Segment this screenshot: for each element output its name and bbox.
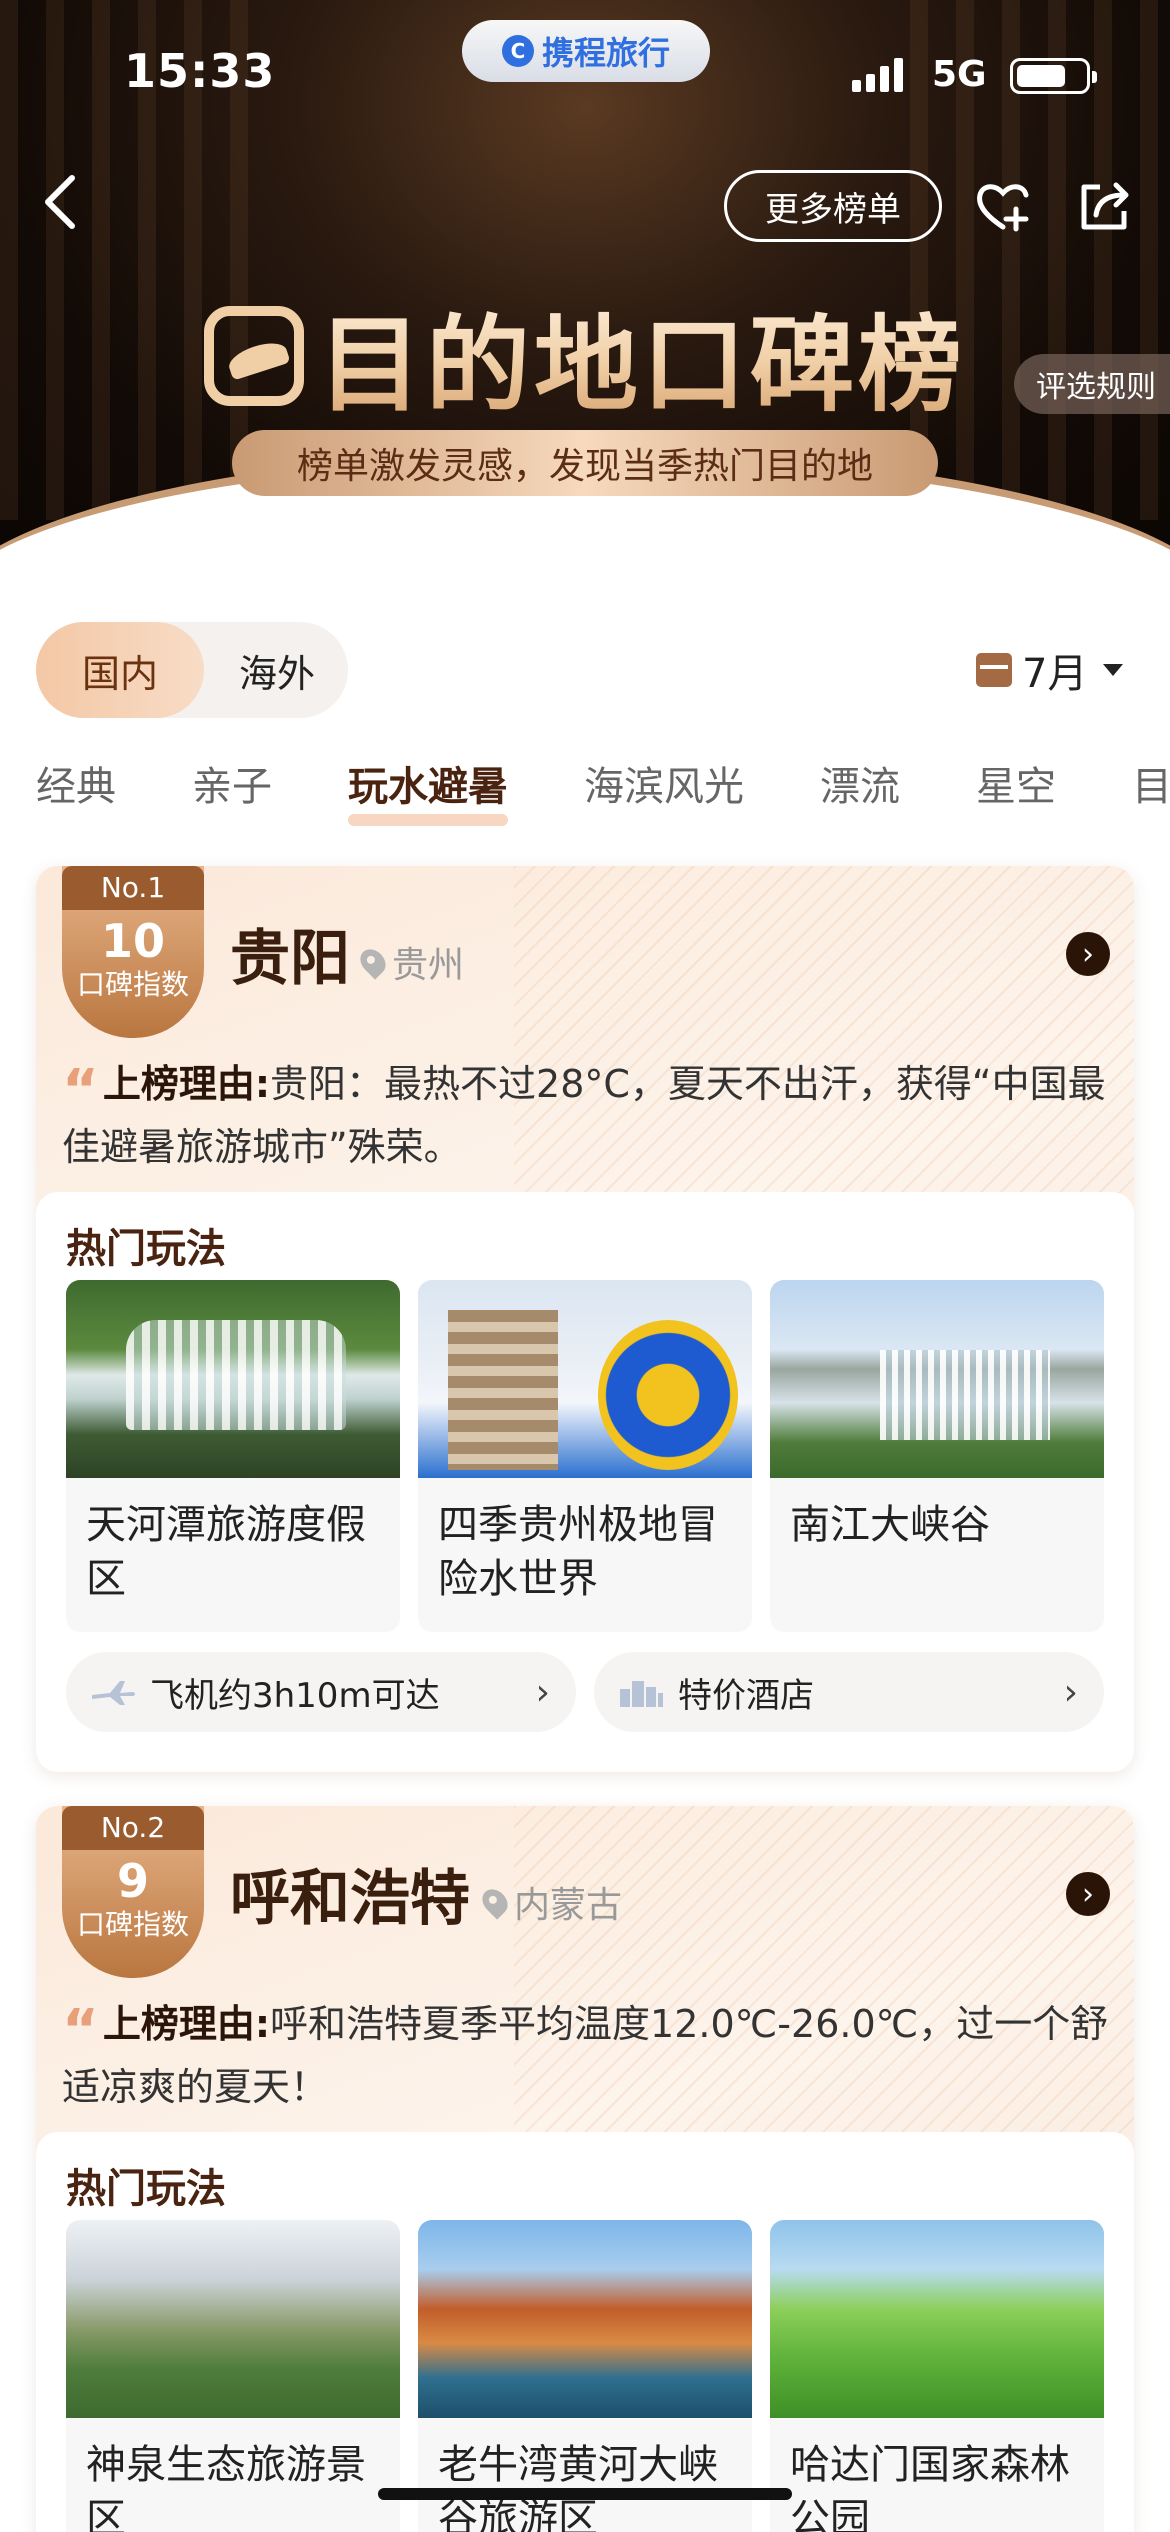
spot-name: 天河潭旅游度假区 — [86, 1502, 366, 1602]
rating-score: 10 — [100, 914, 165, 968]
rank-badge: No.1 10 口碑指数 — [62, 866, 204, 1038]
location-pin-icon — [355, 944, 391, 980]
more-lists-button[interactable]: 更多榜单 — [724, 170, 942, 242]
ctrip-logo-icon: C — [501, 35, 534, 67]
chevron-right-icon: › — [1063, 1672, 1078, 1713]
status-bar: 15:33 C 携程旅行 5G — [0, 0, 1170, 150]
chevron-right-icon[interactable]: › — [1066, 932, 1110, 976]
spot-card[interactable]: 四季贵州极地冒险水世界 — [418, 1280, 752, 1632]
flight-link[interactable]: 飞机约3h10m可达 › — [66, 1652, 576, 1732]
spot-image-waterfall — [66, 1280, 400, 1478]
spot-card[interactable]: 哈达门国家森林公园 — [770, 2220, 1104, 2532]
reason-key: 上榜理由: — [102, 2002, 271, 2046]
airplane-icon — [92, 1681, 135, 1705]
chevron-down-icon — [1103, 664, 1124, 676]
calendar-icon — [976, 653, 1012, 687]
page-subtitle: 榜单激发灵感，发现当季热门目的地 — [232, 430, 938, 496]
spot-image-waterpark — [418, 1280, 752, 1478]
spot-image-canyon — [418, 2220, 752, 2418]
chevron-right-icon: › — [535, 1672, 550, 1713]
spot-card[interactable]: 天河潭旅游度假区 — [66, 1280, 400, 1632]
spot-list: 神泉生态旅游景区 老牛湾黄河大峡谷旅游区 哈达门国家森林公园 — [66, 2220, 1104, 2532]
page-title-text: 目的地口碑榜 — [317, 304, 966, 426]
network-type: 5G — [932, 54, 987, 95]
app-name: 携程旅行 — [541, 34, 670, 72]
chevron-right-icon[interactable]: › — [1066, 1872, 1110, 1916]
category-tabs: 经典 亲子 玩水避暑 海滨风光 漂流 星空 目 — [36, 754, 1170, 826]
spot-name: 四季贵州极地冒险水世界 — [438, 1502, 718, 1602]
rating-score: 9 — [116, 1854, 149, 1908]
rank-label: No.2 — [62, 1806, 204, 1850]
hot-activities-panel: 热门玩法 神泉生态旅游景区 老牛湾黄河大峡谷旅游区 哈达门国家森林公园 — [36, 2132, 1134, 2532]
share-icon[interactable] — [1074, 175, 1136, 237]
app-name-pill: C 携程旅行 — [462, 20, 710, 82]
tab-classic[interactable]: 经典 — [36, 754, 116, 824]
destination-card[interactable]: No.1 10 口碑指数 贵阳 贵州 › “上榜理由:贵阳：最热不过28°C，夏… — [36, 866, 1134, 1772]
hotel-label: 特价酒店 — [678, 1675, 814, 1716]
tab-more-partial[interactable]: 目 — [1132, 754, 1170, 824]
month-value: 7月 — [1022, 651, 1088, 697]
spot-card[interactable]: 神泉生态旅游景区 — [66, 2220, 400, 2532]
destination-province: 内蒙古 — [514, 1885, 623, 1926]
destination-name: 贵阳 — [230, 924, 350, 994]
spot-card[interactable]: 南江大峡谷 — [770, 1280, 1104, 1632]
status-time: 15:33 — [124, 44, 276, 98]
destination-card[interactable]: No.2 9 口碑指数 呼和浩特 内蒙古 › “上榜理由:呼和浩特夏季平均温度1… — [36, 1806, 1134, 2532]
back-icon[interactable] — [40, 172, 100, 242]
month-selector[interactable]: 7月 — [976, 640, 1124, 700]
region-overseas-tab[interactable]: 海外 — [222, 622, 332, 718]
tab-rafting[interactable]: 漂流 — [820, 754, 900, 824]
rules-button[interactable]: 评选规则 — [1014, 354, 1170, 414]
spot-name: 神泉生态旅游景区 — [86, 2442, 366, 2532]
spot-image-grassland — [770, 2220, 1104, 2418]
spot-list: 天河潭旅游度假区 四季贵州极地冒险水世界 南江大峡谷 — [66, 1280, 1104, 1632]
region-domestic-tab[interactable]: 国内 — [36, 622, 204, 718]
hot-activities-title: 热门玩法 — [66, 2166, 226, 2212]
page-title: 目的地口碑榜 — [203, 280, 966, 431]
home-indicator[interactable] — [378, 2488, 792, 2500]
reason-text: “上榜理由:呼和浩特夏季平均温度12.0℃-26.0℃，过一个舒适凉爽的夏天！ — [62, 1996, 1112, 2115]
tab-starry[interactable]: 星空 — [976, 754, 1056, 824]
favorite-icon[interactable] — [972, 175, 1034, 237]
spot-name: 老牛湾黄河大峡谷旅游区 — [438, 2442, 718, 2532]
hotel-icon — [620, 1681, 663, 1707]
spot-image-lake — [66, 2220, 400, 2418]
hotel-link[interactable]: 特价酒店 › — [594, 1652, 1104, 1732]
tab-family[interactable]: 亲子 — [192, 754, 272, 824]
rank-label: No.1 — [62, 866, 204, 910]
spot-name: 哈达门国家森林公园 — [790, 2442, 1070, 2532]
signal-icon — [852, 56, 903, 92]
spot-name: 南江大峡谷 — [790, 1502, 990, 1548]
tab-seaside[interactable]: 海滨风光 — [584, 754, 744, 824]
hot-activities-title: 热门玩法 — [66, 1226, 226, 1272]
destination-location: 内蒙古 — [477, 1876, 623, 1928]
page-title-wrap: 目的地口碑榜 — [0, 280, 1170, 431]
spot-image-canyon-waterfall — [770, 1280, 1104, 1478]
quote-icon: “ — [62, 1998, 99, 2063]
rank-badge: No.2 9 口碑指数 — [62, 1806, 204, 1978]
rating-label: 口碑指数 — [76, 1908, 189, 1941]
page: 15:33 C 携程旅行 5G 更多榜单 目的地口碑榜 榜单激发灵感，发现当季热… — [0, 0, 1170, 2532]
hot-activities-panel: 热门玩法 天河潭旅游度假区 四季贵州极地冒险水世界 南江大峡谷 飞机约3h10m… — [36, 1192, 1134, 1772]
flight-label: 飞机约3h10m可达 — [150, 1675, 440, 1716]
destination-province: 贵州 — [392, 945, 465, 986]
location-pin-icon — [477, 1884, 513, 1920]
reason-key: 上榜理由: — [102, 1062, 271, 1106]
title-logo-icon — [203, 305, 304, 406]
battery-icon — [1010, 58, 1097, 94]
destination-location: 贵州 — [355, 936, 465, 988]
reason-text: “上榜理由:贵阳：最热不过28°C，夏天不出汗，获得“中国最佳避暑旅游城市”殊荣… — [62, 1056, 1112, 1175]
quote-icon: “ — [62, 1058, 99, 1123]
destination-name: 呼和浩特 — [230, 1864, 470, 1934]
quick-links: 飞机约3h10m可达 › 特价酒店 › — [66, 1652, 1104, 1732]
spot-card[interactable]: 老牛湾黄河大峡谷旅游区 — [418, 2220, 752, 2532]
region-toggle: 国内 海外 — [36, 622, 348, 718]
tab-water-summer[interactable]: 玩水避暑 — [348, 754, 508, 826]
rating-label: 口碑指数 — [76, 968, 189, 1001]
